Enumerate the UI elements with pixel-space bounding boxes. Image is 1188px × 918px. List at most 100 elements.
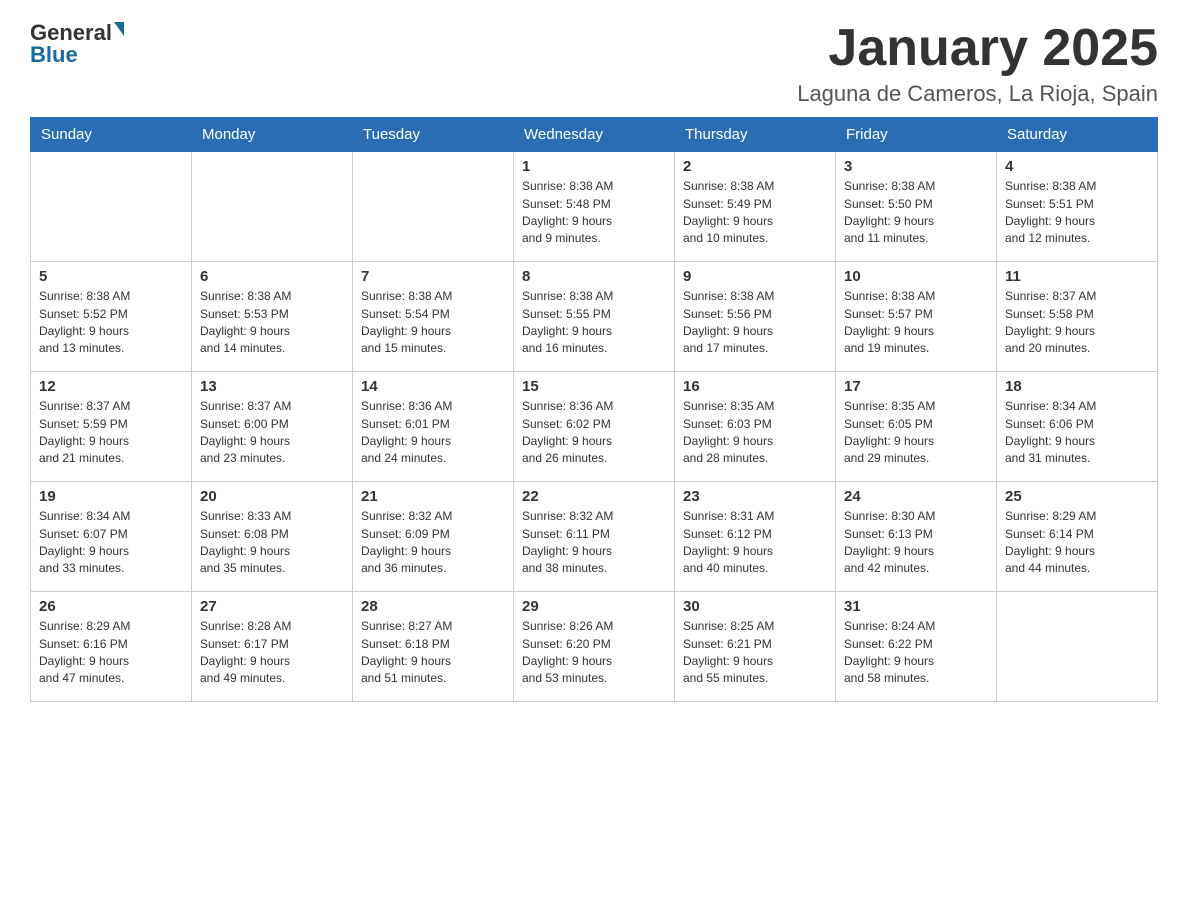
day-number: 22 [522,488,666,505]
calendar-cell: 9 Sunrise: 8:38 AMSunset: 5:56 PMDaylight… [675,262,836,372]
day-info: Sunrise: 8:27 AMSunset: 6:18 PMDaylight:… [361,618,505,688]
calendar-week-row: 1 Sunrise: 8:38 AMSunset: 5:48 PMDaylight… [31,152,1158,262]
day-number: 4 [1005,158,1149,175]
day-info: Sunrise: 8:28 AMSunset: 6:17 PMDaylight:… [200,618,344,688]
calendar-cell: 27 Sunrise: 8:28 AMSunset: 6:17 PMDayligh… [192,592,353,702]
day-number: 1 [522,158,666,175]
day-info: Sunrise: 8:33 AMSunset: 6:08 PMDaylight:… [200,508,344,578]
day-number: 7 [361,268,505,285]
day-info: Sunrise: 8:38 AMSunset: 5:52 PMDaylight:… [39,288,183,358]
calendar-cell: 30 Sunrise: 8:25 AMSunset: 6:21 PMDayligh… [675,592,836,702]
day-number: 3 [844,158,988,175]
day-info: Sunrise: 8:35 AMSunset: 6:03 PMDaylight:… [683,398,827,468]
weekday-header-sunday: Sunday [31,118,192,152]
day-info: Sunrise: 8:37 AMSunset: 5:58 PMDaylight:… [1005,288,1149,358]
day-number: 17 [844,378,988,395]
day-info: Sunrise: 8:32 AMSunset: 6:09 PMDaylight:… [361,508,505,578]
day-number: 25 [1005,488,1149,505]
day-number: 21 [361,488,505,505]
day-number: 15 [522,378,666,395]
day-number: 9 [683,268,827,285]
day-info: Sunrise: 8:38 AMSunset: 5:56 PMDaylight:… [683,288,827,358]
day-info: Sunrise: 8:37 AMSunset: 6:00 PMDaylight:… [200,398,344,468]
logo: General Blue [30,20,126,68]
day-info: Sunrise: 8:38 AMSunset: 5:57 PMDaylight:… [844,288,988,358]
weekday-header-wednesday: Wednesday [514,118,675,152]
calendar-cell: 17 Sunrise: 8:35 AMSunset: 6:05 PMDayligh… [836,372,997,482]
day-info: Sunrise: 8:30 AMSunset: 6:13 PMDaylight:… [844,508,988,578]
calendar-table: SundayMondayTuesdayWednesdayThursdayFrid… [30,117,1158,702]
calendar-cell: 11 Sunrise: 8:37 AMSunset: 5:58 PMDayligh… [997,262,1158,372]
day-info: Sunrise: 8:38 AMSunset: 5:48 PMDaylight:… [522,178,666,248]
calendar-header-row: SundayMondayTuesdayWednesdayThursdayFrid… [31,118,1158,152]
day-info: Sunrise: 8:31 AMSunset: 6:12 PMDaylight:… [683,508,827,578]
day-number: 14 [361,378,505,395]
day-info: Sunrise: 8:34 AMSunset: 6:07 PMDaylight:… [39,508,183,578]
day-number: 29 [522,598,666,615]
day-number: 30 [683,598,827,615]
day-info: Sunrise: 8:36 AMSunset: 6:01 PMDaylight:… [361,398,505,468]
day-info: Sunrise: 8:29 AMSunset: 6:14 PMDaylight:… [1005,508,1149,578]
calendar-cell: 22 Sunrise: 8:32 AMSunset: 6:11 PMDayligh… [514,482,675,592]
logo-triangle-icon [114,22,124,36]
calendar-cell: 14 Sunrise: 8:36 AMSunset: 6:01 PMDayligh… [353,372,514,482]
calendar-cell: 3Sunrise: 8:38 AMSunset: 5:50 PMDaylight… [836,152,997,262]
calendar-week-row: 26Sunrise: 8:29 AMSunset: 6:16 PMDayligh… [31,592,1158,702]
day-number: 31 [844,598,988,615]
title-area: January 2025 Laguna de Cameros, La Rioja… [797,20,1158,107]
logo-blue: Blue [30,42,78,68]
day-number: 16 [683,378,827,395]
day-info: Sunrise: 8:36 AMSunset: 6:02 PMDaylight:… [522,398,666,468]
day-number: 18 [1005,378,1149,395]
calendar-cell: 12Sunrise: 8:37 AMSunset: 5:59 PMDayligh… [31,372,192,482]
location-title: Laguna de Cameros, La Rioja, Spain [797,81,1158,107]
calendar-cell: 28 Sunrise: 8:27 AMSunset: 6:18 PMDayligh… [353,592,514,702]
day-info: Sunrise: 8:34 AMSunset: 6:06 PMDaylight:… [1005,398,1149,468]
day-info: Sunrise: 8:37 AMSunset: 5:59 PMDaylight:… [39,398,183,468]
calendar-cell: 8 Sunrise: 8:38 AMSunset: 5:55 PMDaylight… [514,262,675,372]
day-info: Sunrise: 8:24 AMSunset: 6:22 PMDaylight:… [844,618,988,688]
calendar-cell [353,152,514,262]
day-number: 2 [683,158,827,175]
calendar-cell: 20 Sunrise: 8:33 AMSunset: 6:08 PMDayligh… [192,482,353,592]
day-info: Sunrise: 8:38 AMSunset: 5:51 PMDaylight:… [1005,178,1149,248]
calendar-cell: 31 Sunrise: 8:24 AMSunset: 6:22 PMDayligh… [836,592,997,702]
calendar-cell: 5 Sunrise: 8:38 AMSunset: 5:52 PMDaylight… [31,262,192,372]
calendar-cell: 29Sunrise: 8:26 AMSunset: 6:20 PMDayligh… [514,592,675,702]
day-number: 10 [844,268,988,285]
day-info: Sunrise: 8:38 AMSunset: 5:49 PMDaylight:… [683,178,827,248]
calendar-cell: 4 Sunrise: 8:38 AMSunset: 5:51 PMDaylight… [997,152,1158,262]
calendar-cell: 19 Sunrise: 8:34 AMSunset: 6:07 PMDayligh… [31,482,192,592]
calendar-week-row: 12Sunrise: 8:37 AMSunset: 5:59 PMDayligh… [31,372,1158,482]
weekday-header-tuesday: Tuesday [353,118,514,152]
day-info: Sunrise: 8:35 AMSunset: 6:05 PMDaylight:… [844,398,988,468]
calendar-cell: 2 Sunrise: 8:38 AMSunset: 5:49 PMDaylight… [675,152,836,262]
day-number: 11 [1005,268,1149,285]
weekday-header-monday: Monday [192,118,353,152]
calendar-cell: 21 Sunrise: 8:32 AMSunset: 6:09 PMDayligh… [353,482,514,592]
calendar-cell: 18 Sunrise: 8:34 AMSunset: 6:06 PMDayligh… [997,372,1158,482]
day-number: 5 [39,268,183,285]
day-number: 8 [522,268,666,285]
day-info: Sunrise: 8:25 AMSunset: 6:21 PMDaylight:… [683,618,827,688]
day-number: 27 [200,598,344,615]
weekday-header-friday: Friday [836,118,997,152]
day-info: Sunrise: 8:32 AMSunset: 6:11 PMDaylight:… [522,508,666,578]
calendar-cell: 7Sunrise: 8:38 AMSunset: 5:54 PMDaylight… [353,262,514,372]
day-number: 13 [200,378,344,395]
page-header: General Blue January 2025 Laguna de Came… [30,20,1158,107]
day-number: 28 [361,598,505,615]
weekday-header-saturday: Saturday [997,118,1158,152]
day-number: 6 [200,268,344,285]
day-info: Sunrise: 8:38 AMSunset: 5:55 PMDaylight:… [522,288,666,358]
weekday-header-thursday: Thursday [675,118,836,152]
calendar-cell: 15 Sunrise: 8:36 AMSunset: 6:02 PMDayligh… [514,372,675,482]
calendar-cell: 26Sunrise: 8:29 AMSunset: 6:16 PMDayligh… [31,592,192,702]
calendar-cell: 16 Sunrise: 8:35 AMSunset: 6:03 PMDayligh… [675,372,836,482]
calendar-cell [997,592,1158,702]
calendar-week-row: 19 Sunrise: 8:34 AMSunset: 6:07 PMDayligh… [31,482,1158,592]
calendar-cell: 24Sunrise: 8:30 AMSunset: 6:13 PMDayligh… [836,482,997,592]
day-number: 23 [683,488,827,505]
day-number: 19 [39,488,183,505]
day-number: 20 [200,488,344,505]
